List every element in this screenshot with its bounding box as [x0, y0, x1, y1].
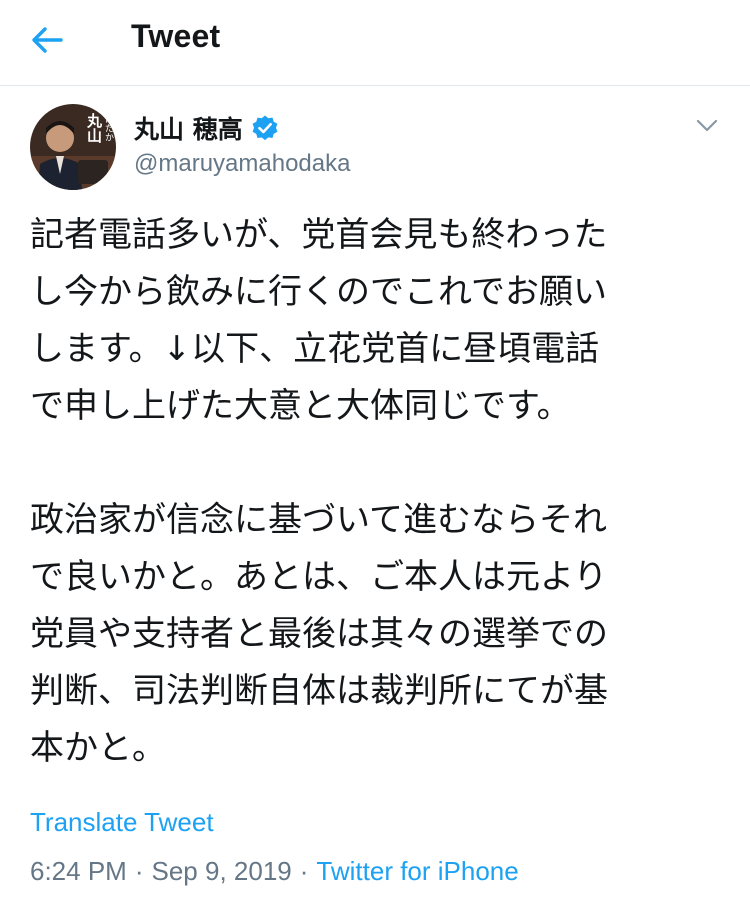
more-options-button[interactable] — [690, 112, 724, 140]
chevron-down-icon — [696, 119, 718, 132]
author-handle[interactable]: @maruyamahodaka — [134, 150, 350, 178]
avatar[interactable]: 丸山 ほだか — [30, 104, 116, 190]
meta-separator: · — [299, 855, 309, 886]
avatar-subname-text: ほだか — [103, 114, 114, 141]
meta-separator: · — [134, 855, 144, 886]
translate-tweet-link[interactable]: Translate Tweet — [30, 807, 214, 838]
page-title: Tweet — [131, 18, 221, 54]
tweet-meta: 6:24 PM · Sep 9, 2019 · Twitter for iPho… — [30, 853, 519, 889]
top-bar: Tweet — [0, 0, 750, 86]
avatar-name-text: 丸山 — [85, 112, 103, 144]
tweet-source-link[interactable]: Twitter for iPhone — [316, 856, 518, 887]
tweet-date: Sep 9, 2019 — [151, 855, 292, 886]
verified-badge-icon — [252, 115, 278, 141]
back-button[interactable] — [30, 20, 86, 60]
author-name-row: 丸山 穂高 — [134, 110, 279, 146]
tweet-time: 6:24 PM — [30, 855, 127, 886]
author-name[interactable]: 丸山 穂高 — [134, 110, 243, 146]
arrow-left-icon — [32, 27, 63, 53]
tweet-text: 記者電話多いが、党首会見も終わった し今から飲みに行くのでこれでお願い します。… — [30, 215, 608, 768]
